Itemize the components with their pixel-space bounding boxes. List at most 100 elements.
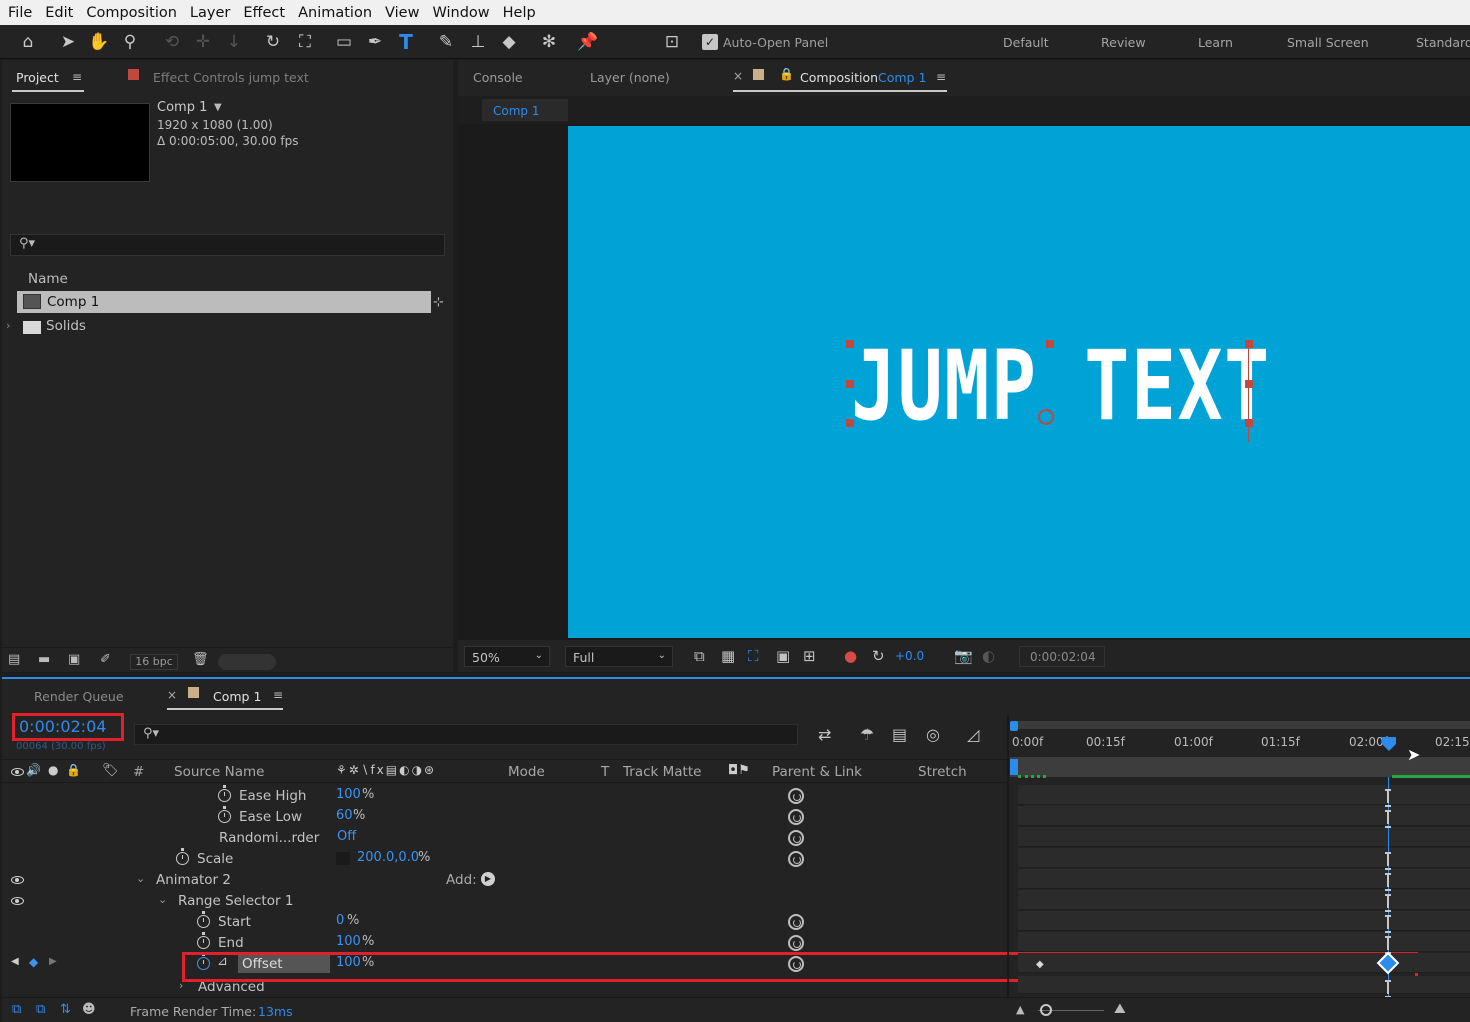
column-stretch-header[interactable]: Stretch bbox=[918, 764, 967, 780]
property-row-end[interactable]: End 100 % bbox=[2, 932, 1008, 953]
stopwatch-icon[interactable] bbox=[218, 785, 231, 802]
keyframe-marker[interactable] bbox=[1385, 936, 1391, 954]
column-source-name-header[interactable]: Source Name bbox=[174, 764, 265, 780]
tab-render-queue[interactable]: Render Queue bbox=[34, 689, 124, 704]
canvas-text[interactable]: JUMP TEXT bbox=[851, 338, 1271, 434]
time-navigator-start[interactable] bbox=[1010, 759, 1018, 775]
timeline-search-input[interactable]: ⚲▾ bbox=[134, 724, 798, 745]
keyframe-marker[interactable] bbox=[1385, 810, 1391, 828]
pick-whip-icon[interactable] bbox=[788, 809, 804, 825]
bounding-box-handle[interactable] bbox=[1245, 340, 1253, 348]
work-area-start-handle[interactable] bbox=[1010, 721, 1018, 731]
panel-menu-icon[interactable]: ≡ bbox=[72, 70, 82, 84]
bounding-box-handle[interactable] bbox=[1046, 340, 1054, 348]
stopwatch-icon[interactable] bbox=[218, 806, 231, 823]
twirl-down-icon[interactable]: ⌄ bbox=[158, 893, 167, 906]
bounding-box-handle[interactable] bbox=[1245, 380, 1253, 388]
brush-tool-icon[interactable]: ✎ bbox=[434, 30, 458, 54]
menu-edit[interactable]: Edit bbox=[45, 5, 73, 21]
column-number-header[interactable]: # bbox=[133, 764, 144, 780]
property-value[interactable]: 60 bbox=[336, 808, 353, 823]
layer-switches-icons[interactable]: ⚘✲∖fx▤◐◑⊛ bbox=[336, 763, 436, 777]
constrain-proportions-icon[interactable] bbox=[336, 852, 350, 865]
panel-menu-icon[interactable]: ≡ bbox=[936, 70, 946, 84]
home-icon[interactable]: ⌂ bbox=[16, 30, 40, 54]
transfer-controls-toggle-icon[interactable]: ⧉ bbox=[36, 1002, 45, 1017]
interpret-footage-icon[interactable]: ▤ bbox=[8, 652, 20, 667]
track-row[interactable] bbox=[1018, 953, 1470, 973]
bounding-box-handle[interactable] bbox=[1245, 419, 1253, 427]
eye-icon[interactable] bbox=[11, 876, 24, 884]
menu-help[interactable]: Help bbox=[503, 5, 536, 21]
selection-tool-icon[interactable]: ➤ bbox=[56, 30, 80, 54]
pick-whip-icon[interactable] bbox=[788, 788, 804, 804]
menu-layer[interactable]: Layer bbox=[190, 5, 230, 21]
tab-composition[interactable]: Composition bbox=[800, 70, 878, 85]
exposure-value[interactable]: +0.0 bbox=[895, 649, 924, 663]
keyframe-marker[interactable] bbox=[1385, 789, 1391, 807]
workspace-review[interactable]: Review bbox=[1101, 35, 1146, 50]
column-mode-header[interactable]: Mode bbox=[508, 764, 545, 780]
clone-stamp-icon[interactable]: ⊥ bbox=[466, 30, 490, 54]
bounding-box-handle[interactable] bbox=[846, 380, 854, 388]
zoom-out-icon[interactable]: ▲ bbox=[1016, 1003, 1024, 1016]
eraser-tool-icon[interactable]: ◆ bbox=[497, 30, 521, 54]
in-out-toggle-icon[interactable]: ⇅ bbox=[60, 1002, 71, 1017]
track-row[interactable] bbox=[1018, 785, 1470, 805]
channels-icon[interactable]: ● bbox=[844, 647, 857, 665]
resolution-select[interactable]: Full ⌄ bbox=[565, 646, 673, 667]
puppet-pin-icon[interactable]: 📌 bbox=[576, 30, 600, 54]
transparency-grid-icon[interactable]: ▦ bbox=[721, 647, 735, 665]
workspace-standard[interactable]: Standard bbox=[1416, 35, 1470, 50]
show-snapshot-icon[interactable]: ◐ bbox=[982, 647, 995, 665]
property-value[interactable]: 0 bbox=[336, 913, 344, 928]
keyframe-diamond-start[interactable]: ◆ bbox=[1036, 959, 1044, 970]
eye-icon[interactable] bbox=[11, 897, 24, 905]
keyframe-marker[interactable] bbox=[1385, 873, 1391, 891]
breadcrumb-comp[interactable]: Comp 1 bbox=[482, 99, 568, 121]
menu-composition[interactable]: Composition bbox=[86, 5, 177, 21]
zoom-in-icon[interactable]: ⛰ bbox=[1114, 1001, 1126, 1017]
type-tool-icon[interactable]: T bbox=[394, 30, 418, 54]
pick-whip-icon[interactable] bbox=[788, 851, 804, 867]
panel-menu-icon[interactable]: ≡ bbox=[273, 688, 283, 702]
composition-canvas[interactable]: JUMP TEXT bbox=[568, 126, 1470, 638]
track-row[interactable] bbox=[1018, 806, 1470, 826]
panel-divider[interactable] bbox=[1007, 715, 1009, 997]
auto-open-checkbox[interactable]: ✓ bbox=[702, 34, 718, 50]
property-row-randomize-order[interactable]: Randomi...rder Off bbox=[2, 827, 1008, 848]
viewer-timecode[interactable]: 0:00:02:04 bbox=[1019, 646, 1105, 667]
stopwatch-icon[interactable] bbox=[176, 848, 189, 865]
lock-icon[interactable]: 🔒 bbox=[66, 763, 81, 777]
anchor-point-icon[interactable] bbox=[1038, 409, 1054, 425]
dolly-camera-icon[interactable]: ↓ bbox=[222, 30, 246, 54]
property-row-animator-2[interactable]: ⌄ Animator 2 Add: ▶ bbox=[2, 869, 1008, 890]
property-row-scale[interactable]: Scale 200.0,0.0 % bbox=[2, 848, 1008, 869]
reset-exposure-icon[interactable]: ↻ bbox=[872, 647, 885, 665]
chevron-down-icon[interactable]: ▼ bbox=[214, 102, 222, 113]
column-track-matte-header[interactable]: Track Matte bbox=[623, 764, 701, 780]
bounding-box-handle[interactable] bbox=[846, 340, 854, 348]
hand-tool-icon[interactable]: ✋ bbox=[87, 30, 111, 54]
region-of-interest-icon[interactable]: ▣ bbox=[776, 647, 790, 665]
tab-timeline-comp[interactable]: Comp 1 bbox=[213, 689, 261, 704]
workspace-learn[interactable]: Learn bbox=[1198, 35, 1233, 50]
property-row-start[interactable]: Start 0 % bbox=[2, 911, 1008, 932]
zoom-slider-thumb[interactable] bbox=[1040, 1004, 1052, 1016]
pick-whip-icon[interactable] bbox=[788, 914, 804, 930]
grid-guides-icon[interactable]: ⊞ bbox=[803, 647, 816, 665]
zoom-select[interactable]: 50% ⌄ bbox=[464, 646, 550, 667]
new-composition-icon[interactable]: ▣ bbox=[68, 652, 80, 667]
layer-duration-bar[interactable] bbox=[1010, 757, 1470, 777]
shy-layers-icon[interactable]: ☂ bbox=[860, 725, 874, 744]
bounding-box-handle[interactable] bbox=[846, 419, 854, 427]
stopwatch-icon[interactable] bbox=[197, 932, 210, 949]
flowchart-brush-icon[interactable]: ✐ bbox=[100, 652, 111, 667]
twirl-arrow-icon[interactable]: › bbox=[6, 319, 10, 332]
mask-visibility-icon[interactable]: ⛶ bbox=[748, 647, 759, 665]
property-row-ease-low[interactable]: Ease Low 60 % bbox=[2, 806, 1008, 827]
keyframe-marker[interactable] bbox=[1385, 980, 1391, 998]
audio-icon[interactable]: 🔊 bbox=[26, 763, 41, 777]
frame-blending-icon[interactable]: ▤ bbox=[892, 725, 907, 744]
add-keyframe-icon[interactable]: ◆ bbox=[29, 955, 38, 969]
